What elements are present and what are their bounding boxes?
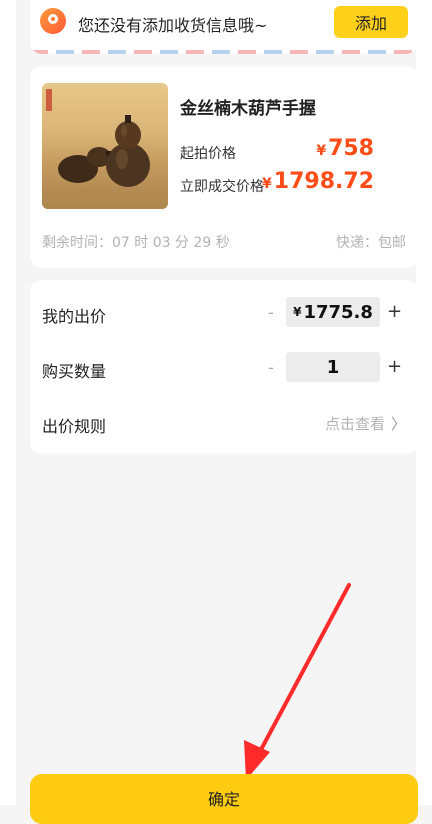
confirm-button[interactable]: 确定: [30, 774, 418, 824]
annotation-arrow: [244, 583, 351, 780]
